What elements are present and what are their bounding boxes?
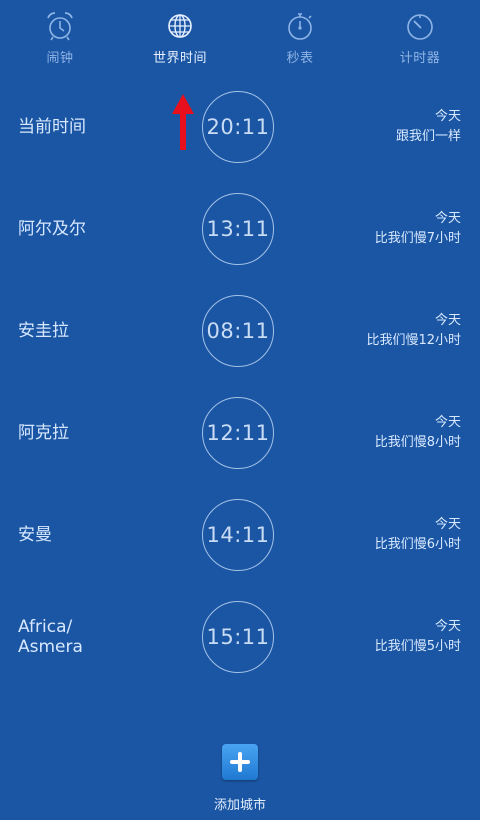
time-difference: 今天 比我们慢5小时	[375, 617, 461, 657]
red-arrow-annotation	[172, 94, 194, 150]
clock-face: 08:11	[202, 295, 274, 367]
globe-icon	[168, 14, 192, 38]
tab-world-time-label: 世界时间	[152, 51, 207, 66]
clock-time: 08:11	[206, 319, 270, 343]
time-difference: 今天 跟我们一样	[396, 107, 461, 147]
time-difference: 今天 比我们慢7小时	[375, 209, 461, 249]
day-label: 今天	[434, 313, 461, 328]
city-name: 安圭拉	[18, 321, 69, 341]
add-city-label[interactable]: 添加城市	[214, 794, 266, 813]
tab-timer[interactable]: 计时器	[360, 0, 480, 76]
alarm-clock-icon	[47, 12, 73, 41]
city-name: 阿克拉	[18, 423, 69, 443]
tab-world-time[interactable]: 世界时间	[120, 0, 240, 76]
difference-label: 比我们慢8小时	[374, 435, 461, 450]
city-name: 安曼	[18, 525, 52, 545]
tab-alarm-label: 闹钟	[46, 51, 74, 66]
clock-time: 12:11	[206, 421, 270, 445]
clock-face: 20:11	[202, 91, 274, 163]
list-item[interactable]: Africa/ Asmera 15:11 今天 比我们慢5小时	[0, 586, 480, 688]
plus-icon	[230, 752, 250, 772]
list-item[interactable]: 安曼 14:11 今天 比我们慢6小时	[0, 484, 480, 586]
time-difference: 今天 比我们慢8小时	[375, 413, 461, 453]
stopwatch-icon	[288, 13, 312, 40]
city-name: 当前时间	[18, 117, 86, 137]
day-label: 今天	[434, 109, 461, 124]
day-label: 今天	[434, 211, 461, 226]
clock-face: 12:11	[202, 397, 274, 469]
tab-bar: 闹钟 世界时间 秒表 计时器	[0, 0, 480, 76]
add-city: 添加城市	[0, 744, 480, 813]
clock-face: 13:11	[202, 193, 274, 265]
list-item[interactable]: 安圭拉 08:11 今天 比我们慢12小时	[0, 280, 480, 382]
tab-stopwatch[interactable]: 秒表	[240, 0, 360, 76]
city-name: Africa/ Asmera	[18, 617, 83, 657]
day-label: 今天	[434, 619, 461, 634]
clock-face: 14:11	[202, 499, 274, 571]
tab-stopwatch-label: 秒表	[286, 51, 314, 66]
difference-label: 跟我们一样	[395, 129, 461, 144]
clock-face: 15:11	[202, 601, 274, 673]
difference-label: 比我们慢7小时	[374, 231, 461, 246]
time-difference: 今天 比我们慢6小时	[375, 515, 461, 555]
tab-alarm[interactable]: 闹钟	[0, 0, 120, 76]
add-city-button[interactable]	[222, 744, 258, 780]
world-clock-list: 当前时间 20:11 今天 跟我们一样 阿尔及尔 13:11 今天 比我们慢7小…	[0, 76, 480, 688]
tab-timer-label: 计时器	[399, 51, 441, 66]
time-difference: 今天 比我们慢12小时	[366, 311, 461, 351]
clock-time: 20:11	[206, 115, 270, 139]
timer-icon	[407, 14, 433, 40]
city-name: 阿尔及尔	[18, 219, 86, 239]
clock-time: 14:11	[206, 523, 270, 547]
clock-time: 15:11	[206, 625, 270, 649]
difference-label: 比我们慢5小时	[374, 639, 461, 654]
difference-label: 比我们慢12小时	[366, 333, 461, 348]
day-label: 今天	[434, 517, 461, 532]
day-label: 今天	[434, 415, 461, 430]
list-item[interactable]: 当前时间 20:11 今天 跟我们一样	[0, 76, 480, 178]
list-item[interactable]: 阿尔及尔 13:11 今天 比我们慢7小时	[0, 178, 480, 280]
difference-label: 比我们慢6小时	[374, 537, 461, 552]
list-item[interactable]: 阿克拉 12:11 今天 比我们慢8小时	[0, 382, 480, 484]
clock-time: 13:11	[206, 217, 270, 241]
